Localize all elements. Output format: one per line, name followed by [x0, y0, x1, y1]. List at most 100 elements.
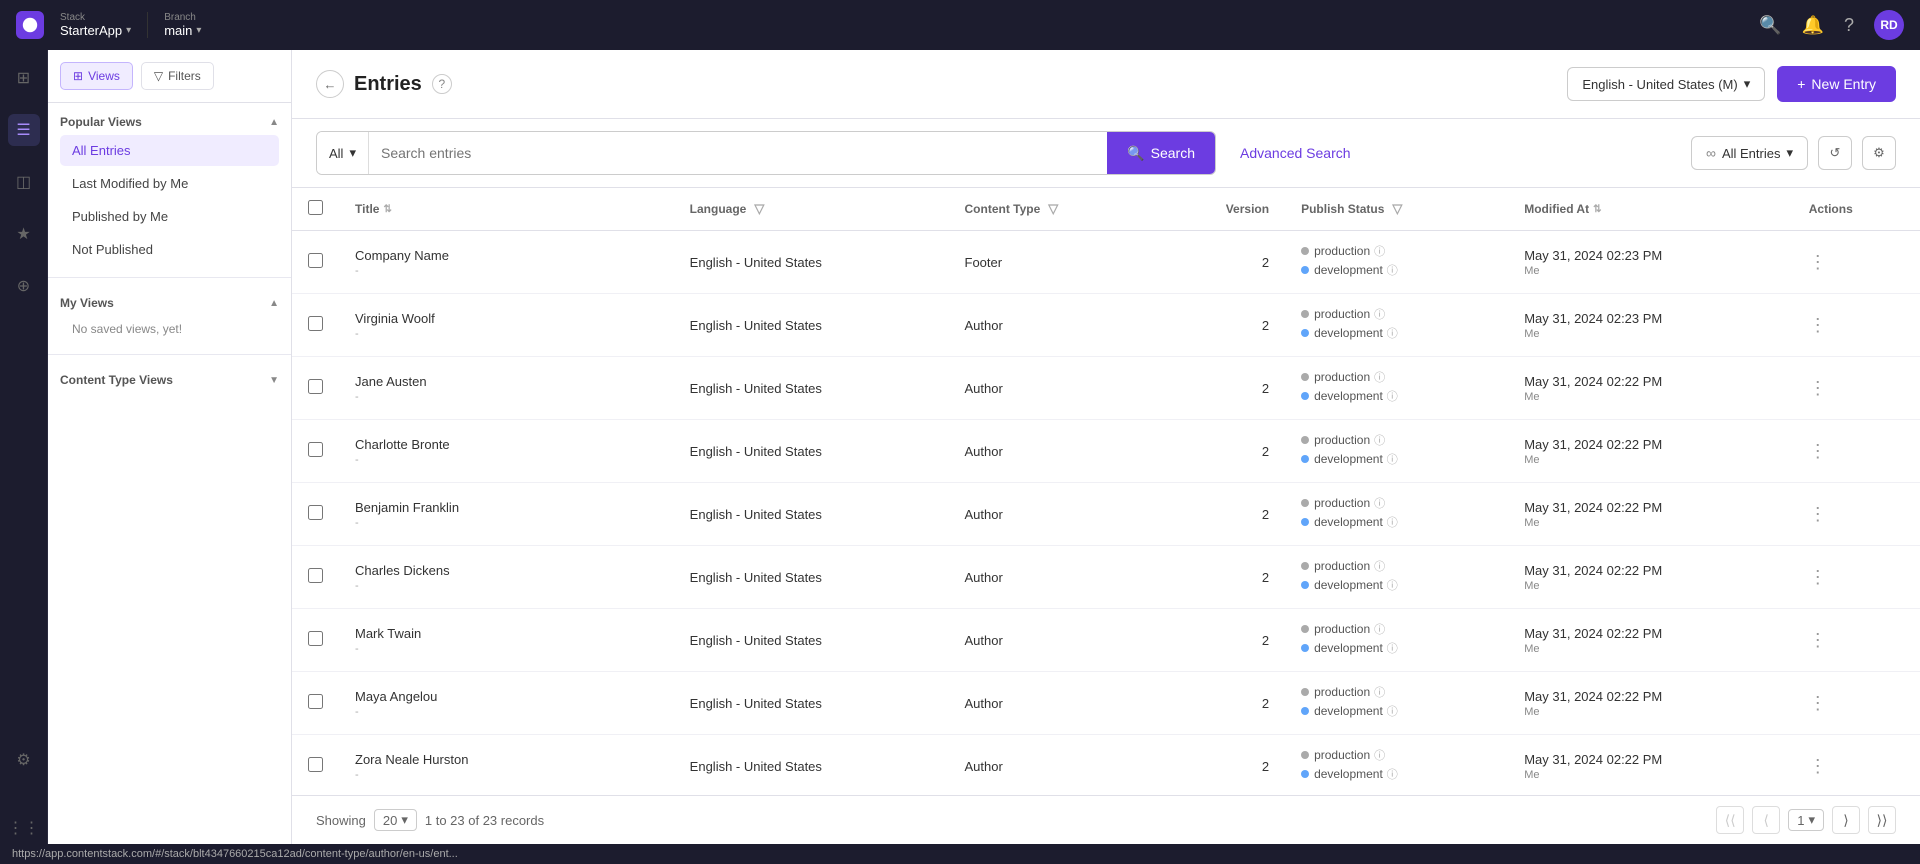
- entry-content-type[interactable]: Author: [965, 759, 1003, 774]
- production-info-icon[interactable]: ⓘ: [1374, 747, 1385, 763]
- development-info-icon[interactable]: ⓘ: [1387, 514, 1398, 530]
- views-button[interactable]: ⊞ Views: [60, 62, 133, 90]
- page-size-selector[interactable]: 20 ▾: [374, 809, 417, 831]
- publish-status-filter-icon[interactable]: ▽: [1392, 201, 1402, 217]
- nav-item-last-modified[interactable]: Last Modified by Me: [60, 168, 279, 199]
- filters-button[interactable]: ▽ Filters: [141, 62, 214, 90]
- row-checkbox[interactable]: [308, 694, 323, 709]
- production-info-icon[interactable]: ⓘ: [1374, 495, 1385, 511]
- refresh-button[interactable]: ↺: [1818, 136, 1852, 170]
- current-page-indicator[interactable]: 1 ▾: [1788, 809, 1824, 831]
- production-info-icon[interactable]: ⓘ: [1374, 684, 1385, 700]
- row-actions-button[interactable]: ⋮: [1809, 378, 1827, 398]
- entry-title[interactable]: Company Name: [355, 248, 658, 263]
- nav-item-all-entries[interactable]: All Entries: [60, 135, 279, 166]
- row-actions-button[interactable]: ⋮: [1809, 693, 1827, 713]
- row-actions-button[interactable]: ⋮: [1809, 504, 1827, 524]
- popular-views-header[interactable]: Popular Views ▲: [60, 115, 279, 129]
- row-checkbox[interactable]: [308, 253, 323, 268]
- entry-content-type[interactable]: Footer: [965, 255, 1003, 270]
- development-info-icon[interactable]: ⓘ: [1387, 577, 1398, 593]
- nav-item-not-published[interactable]: Not Published: [60, 234, 279, 265]
- entry-title[interactable]: Mark Twain: [355, 626, 658, 641]
- entry-content-type[interactable]: Author: [965, 444, 1003, 459]
- help-button[interactable]: ?: [432, 74, 452, 94]
- stack-name[interactable]: StarterApp ▾: [60, 23, 131, 38]
- content-type-views-header[interactable]: Content Type Views ▼: [60, 373, 279, 387]
- bell-icon[interactable]: 🔔: [1802, 15, 1824, 36]
- sidebar-icon-list[interactable]: ☰: [8, 114, 40, 146]
- row-checkbox[interactable]: [308, 316, 323, 331]
- entry-title[interactable]: Virginia Woolf: [355, 311, 658, 326]
- nav-item-published-by-me[interactable]: Published by Me: [60, 201, 279, 232]
- all-entries-dropdown[interactable]: ∞ All Entries ▾: [1691, 136, 1808, 170]
- back-button[interactable]: ←: [316, 70, 344, 98]
- development-info-icon[interactable]: ⓘ: [1387, 451, 1398, 467]
- entry-content-type[interactable]: Author: [965, 318, 1003, 333]
- production-info-icon[interactable]: ⓘ: [1374, 621, 1385, 637]
- development-info-icon[interactable]: ⓘ: [1387, 325, 1398, 341]
- development-info-icon[interactable]: ⓘ: [1387, 640, 1398, 656]
- row-checkbox[interactable]: [308, 442, 323, 457]
- row-checkbox[interactable]: [308, 631, 323, 646]
- new-entry-button[interactable]: + New Entry: [1777, 66, 1896, 102]
- entry-content-type[interactable]: Author: [965, 381, 1003, 396]
- sidebar-icon-layers[interactable]: ◫: [8, 166, 40, 198]
- entry-content-type[interactable]: Author: [965, 570, 1003, 585]
- avatar[interactable]: RD: [1874, 10, 1904, 40]
- search-input[interactable]: [369, 132, 1107, 174]
- row-actions-button[interactable]: ⋮: [1809, 252, 1827, 272]
- row-checkbox[interactable]: [308, 568, 323, 583]
- row-actions-button[interactable]: ⋮: [1809, 756, 1827, 776]
- select-all-checkbox[interactable]: [308, 200, 323, 215]
- entry-title[interactable]: Benjamin Franklin: [355, 500, 658, 515]
- entry-content-type[interactable]: Author: [965, 696, 1003, 711]
- development-info-icon[interactable]: ⓘ: [1387, 388, 1398, 404]
- sidebar-icon-grid[interactable]: ⋮⋮: [8, 812, 40, 844]
- first-page-button[interactable]: ⟨⟨: [1716, 806, 1744, 834]
- row-checkbox[interactable]: [308, 757, 323, 772]
- entry-title[interactable]: Maya Angelou: [355, 689, 658, 704]
- production-info-icon[interactable]: ⓘ: [1374, 432, 1385, 448]
- row-actions-button[interactable]: ⋮: [1809, 441, 1827, 461]
- title-sort-icon[interactable]: ⇅: [383, 204, 391, 215]
- my-views-header[interactable]: My Views ▲: [60, 296, 279, 310]
- last-page-button[interactable]: ⟩⟩: [1868, 806, 1896, 834]
- entry-title[interactable]: Charles Dickens: [355, 563, 658, 578]
- sidebar-icon-star[interactable]: ★: [8, 218, 40, 250]
- production-info-icon[interactable]: ⓘ: [1374, 306, 1385, 322]
- branch-name[interactable]: main ▾: [164, 23, 201, 38]
- development-info-icon[interactable]: ⓘ: [1387, 766, 1398, 782]
- entry-title[interactable]: Jane Austen: [355, 374, 658, 389]
- next-page-button[interactable]: ⟩: [1832, 806, 1860, 834]
- table-settings-button[interactable]: ⚙: [1862, 136, 1896, 170]
- production-info-icon[interactable]: ⓘ: [1374, 558, 1385, 574]
- advanced-search-button[interactable]: Advanced Search: [1224, 137, 1367, 169]
- development-info-icon[interactable]: ⓘ: [1387, 703, 1398, 719]
- language-selector[interactable]: English - United States (M) ▾: [1567, 67, 1765, 101]
- prev-page-button[interactable]: ⟨: [1752, 806, 1780, 834]
- filter-type-selector[interactable]: All ▾: [317, 132, 369, 174]
- help-icon[interactable]: ?: [1844, 15, 1854, 36]
- row-actions-button[interactable]: ⋮: [1809, 630, 1827, 650]
- modified-at-sort-icon[interactable]: ⇅: [1593, 204, 1601, 215]
- entry-title[interactable]: Charlotte Bronte: [355, 437, 658, 452]
- entry-content-type[interactable]: Author: [965, 507, 1003, 522]
- entry-title[interactable]: Zora Neale Hurston: [355, 752, 658, 767]
- row-actions-button[interactable]: ⋮: [1809, 567, 1827, 587]
- row-actions-button[interactable]: ⋮: [1809, 315, 1827, 335]
- sidebar-icon-map[interactable]: ⊕: [8, 270, 40, 302]
- row-checkbox[interactable]: [308, 379, 323, 394]
- entry-content-type[interactable]: Author: [965, 633, 1003, 648]
- sidebar-icon-settings[interactable]: ⚙: [8, 744, 40, 776]
- production-info-icon[interactable]: ⓘ: [1374, 243, 1385, 259]
- search-icon[interactable]: 🔍: [1759, 15, 1781, 36]
- row-checkbox[interactable]: [308, 505, 323, 520]
- search-button[interactable]: 🔍 Search: [1107, 132, 1215, 174]
- language-filter-icon[interactable]: ▽: [754, 201, 764, 217]
- app-logo[interactable]: [16, 11, 44, 39]
- development-info-icon[interactable]: ⓘ: [1387, 262, 1398, 278]
- content-type-filter-icon[interactable]: ▽: [1048, 201, 1058, 217]
- sidebar-icon-dashboard[interactable]: ⊞: [8, 62, 40, 94]
- production-info-icon[interactable]: ⓘ: [1374, 369, 1385, 385]
